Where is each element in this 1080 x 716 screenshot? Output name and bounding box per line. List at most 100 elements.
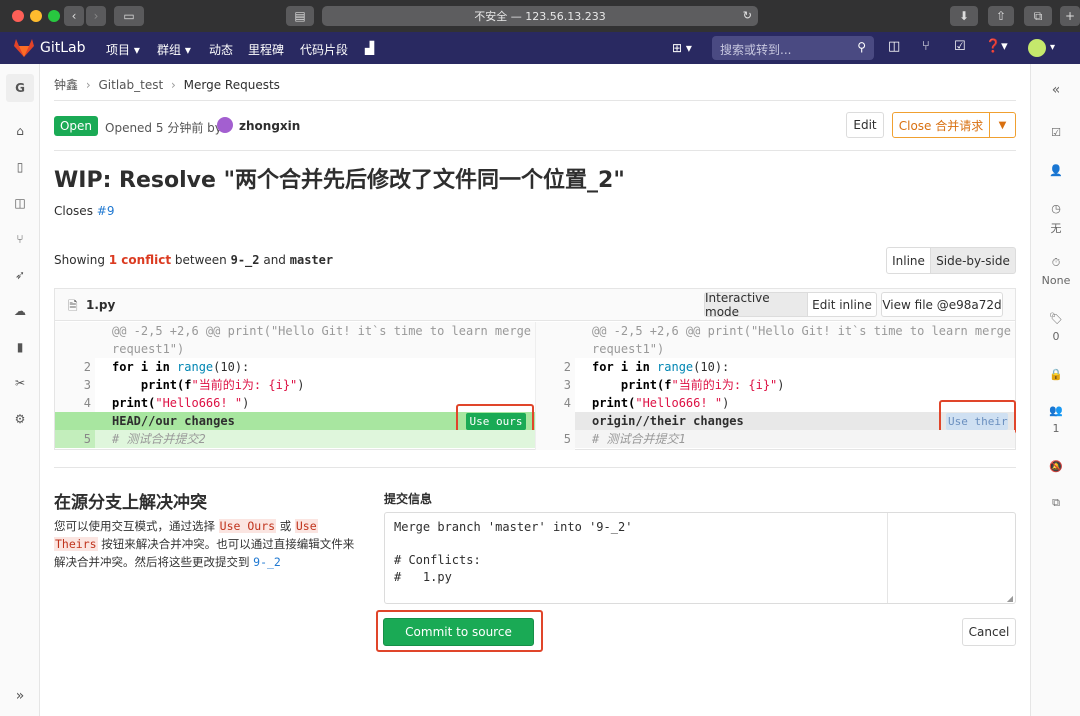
right-line-number: 2 <box>563 360 571 374</box>
view-file-button[interactable]: View file @e98a72d <box>881 292 1003 317</box>
settings-gear-icon[interactable]: ⚙ <box>12 412 28 426</box>
reload-icon[interactable]: ↻ <box>743 9 752 22</box>
merge-requests-icon[interactable]: ⑂ <box>12 232 28 246</box>
notifications-off-icon[interactable]: 🔕 <box>1031 460 1080 473</box>
minimize-window-icon[interactable] <box>30 10 42 22</box>
ours-marker-text: HEAD//our changes <box>112 414 235 428</box>
merge-requests-icon[interactable]: ⑂ <box>922 39 930 54</box>
browser-chrome: ‹ › ▭ ▤ 不安全 — 123.56.13.233 ↻ ⬇ ⇧ ⧉ + <box>0 0 1080 32</box>
close-mr-button[interactable]: Close 合并请求 <box>892 112 990 138</box>
wiki-icon[interactable]: ▮ <box>12 340 28 354</box>
file-name: 1.py <box>86 298 116 312</box>
assignee-icon[interactable]: 👤 <box>1031 164 1080 177</box>
project-avatar[interactable]: G <box>6 74 34 102</box>
theirs-marker-text: origin//their changes <box>592 414 744 428</box>
tabs-icon[interactable]: ⧉ <box>1024 6 1052 26</box>
sidebar-toggle-icon[interactable]: ▭ <box>114 6 144 26</box>
search-input[interactable]: 搜索或转到... ⚲ <box>712 36 874 60</box>
view-side-by-side-button[interactable]: Side-by-side <box>930 247 1016 274</box>
resize-handle-icon[interactable]: ◢ <box>1007 594 1013 603</box>
labels-tag-icon[interactable]: 🏷 <box>1031 312 1080 325</box>
left-sidebar: G ⌂ ▯ ◫ ⑂ ➶ ☁ ▮ ✂ ⚙ » <box>0 64 40 716</box>
share-icon[interactable]: ⇧ <box>988 6 1014 26</box>
back-icon[interactable]: ‹ <box>64 6 84 26</box>
forward-icon[interactable]: › <box>86 6 106 26</box>
home-icon[interactable]: ⌂ <box>12 124 28 138</box>
divider <box>54 467 1016 468</box>
download-icon[interactable]: ⬇ <box>950 6 978 26</box>
right-code-line: print("Hello666! ") <box>592 396 730 410</box>
edit-button[interactable]: Edit <box>846 112 884 138</box>
repository-icon[interactable]: ▯ <box>12 160 28 174</box>
time-tracking-icon[interactable]: ⏱ <box>1031 256 1080 270</box>
nav-item-milestones[interactable]: 里程碑 <box>248 41 284 58</box>
use-theirs-code-2: Theirs <box>54 537 98 551</box>
operations-icon[interactable]: ☁ <box>12 304 28 318</box>
todos-icon[interactable]: ☑ <box>954 39 966 54</box>
expand-sidebar-icon[interactable]: » <box>12 688 28 704</box>
chart-icon[interactable]: ▟ <box>365 41 374 55</box>
left-line-number: 5 <box>83 432 91 446</box>
collapse-sidebar-icon[interactable]: « <box>1031 82 1080 98</box>
edit-inline-button[interactable]: Edit inline <box>807 292 877 317</box>
issues-icon[interactable]: ◫ <box>888 39 900 54</box>
left-line-number: 3 <box>83 378 91 392</box>
commit-message-textarea[interactable]: Merge branch 'master' into '9-_2' # Conf… <box>384 512 1016 604</box>
source-branch-link[interactable]: 9-_2 <box>253 555 281 569</box>
view-inline-button[interactable]: Inline <box>886 247 931 274</box>
site-settings-icon[interactable]: ▤ <box>286 6 314 26</box>
close-dropdown-chevron-icon[interactable]: ▼ <box>989 112 1016 138</box>
opened-text: Opened 5 分钟前 by <box>105 121 222 135</box>
nav-item-projects[interactable]: 项目 ▾ <box>106 41 140 58</box>
conflict-count: 1 conflict <box>108 253 172 267</box>
copy-reference-icon[interactable]: ⧉ <box>1031 496 1080 510</box>
left-hunk-header-2: request1") <box>112 342 185 356</box>
author-name[interactable]: zhongxin <box>239 119 300 133</box>
milestone-value: 无 <box>1050 222 1062 235</box>
left-code-line: print(f"当前的i为: {i}") <box>112 378 305 392</box>
divider <box>54 150 1016 151</box>
right-code-line: for i in range(10): <box>592 360 730 374</box>
closes-line: Closes #9 <box>54 204 114 218</box>
help-icon[interactable]: ❓▾ <box>985 39 1008 54</box>
conflict-summary: Showing 1 conflict between 9-_2 and mast… <box>54 253 334 267</box>
todo-add-icon[interactable]: ☑ <box>1031 126 1080 139</box>
use-theirs-code: Use <box>294 519 318 533</box>
ci-cd-rocket-icon[interactable]: ➶ <box>12 268 28 282</box>
left-line-number: 4 <box>83 396 91 410</box>
milestone-clock-icon[interactable]: ◷ <box>1031 202 1080 215</box>
time-tracking-value: None <box>1041 274 1071 287</box>
author-avatar[interactable] <box>217 117 233 133</box>
interactive-mode-button[interactable]: Interactive mode <box>704 291 808 319</box>
right-sidebar: « ☑ 👤 ◷ 无 ⏱ None 🏷 0 🔒 👥 1 🔕 ⧉ <box>1030 64 1080 716</box>
status-badge: Open <box>54 116 98 136</box>
closes-issue-link[interactable]: #9 <box>97 204 115 218</box>
nav-item-snippets[interactable]: 代码片段 <box>300 41 348 58</box>
mr-title: WIP: Resolve "两个合并先后修改了文件同一个位置_2" <box>54 168 625 193</box>
maximize-window-icon[interactable] <box>48 10 60 22</box>
right-hunk-header-1: @@ -2,5 +2,6 @@ print("Hello Git! it`s t… <box>592 324 1012 338</box>
source-branch: 9-_2 <box>230 253 260 267</box>
address-bar[interactable]: 不安全 — 123.56.13.233 ↻ <box>322 6 758 26</box>
gitlab-logo-text[interactable]: GitLab <box>40 40 86 56</box>
snippets-icon[interactable]: ✂ <box>12 376 28 390</box>
issues-icon[interactable]: ◫ <box>12 196 28 210</box>
close-window-icon[interactable] <box>12 10 24 22</box>
gitlab-logo-icon[interactable] <box>14 39 34 57</box>
nav-item-activity[interactable]: 动态 <box>209 41 233 58</box>
right-line-number: 5 <box>563 432 571 446</box>
right-line-number: 3 <box>563 378 571 392</box>
highlight-box-commit <box>376 610 543 652</box>
breadcrumb-item-mrs[interactable]: Merge Requests <box>184 78 280 92</box>
url-text: 不安全 — 123.56.13.233 <box>474 10 606 23</box>
user-avatar[interactable] <box>1028 39 1046 57</box>
breadcrumb-item-user[interactable]: 钟鑫 <box>54 78 78 92</box>
breadcrumb-item-project[interactable]: Gitlab_test <box>98 78 163 92</box>
lock-icon[interactable]: 🔒 <box>1031 368 1080 381</box>
user-menu-chevron-icon[interactable]: ▾ <box>1050 42 1055 53</box>
participants-icon[interactable]: 👥 <box>1031 404 1080 417</box>
new-tab-icon[interactable]: + <box>1060 6 1080 26</box>
nav-item-groups[interactable]: 群组 ▾ <box>157 41 191 58</box>
new-item-icon[interactable]: ⊞ ▾ <box>672 41 692 55</box>
cancel-button[interactable]: Cancel <box>962 618 1016 646</box>
